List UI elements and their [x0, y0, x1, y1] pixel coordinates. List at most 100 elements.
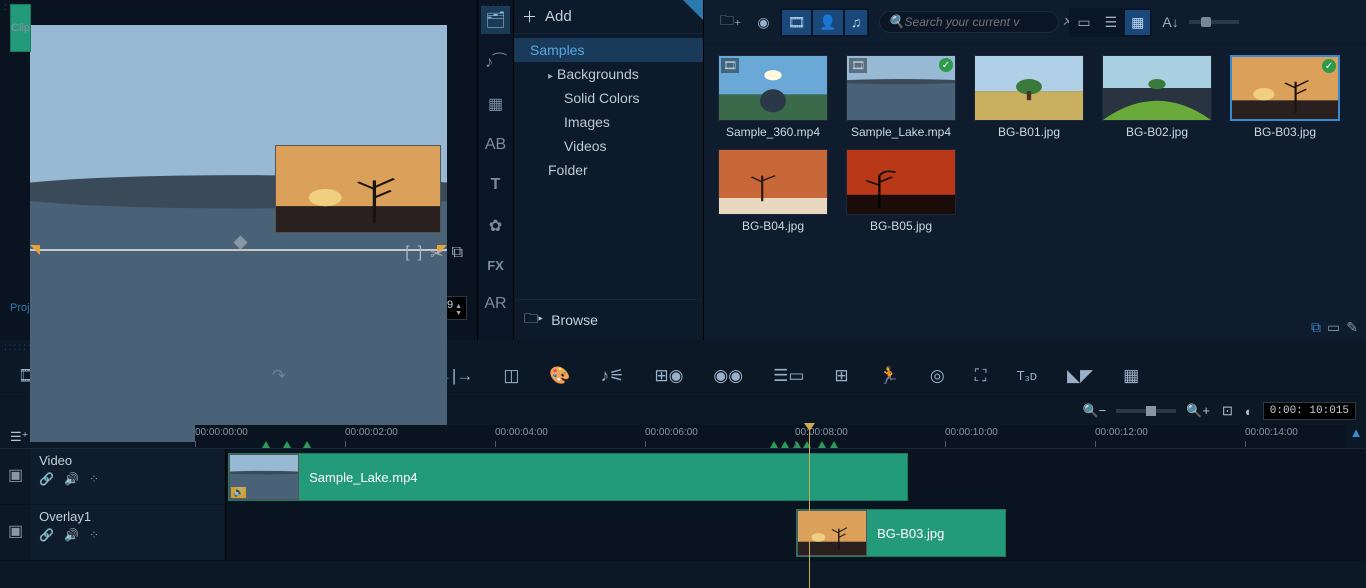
panel-edit-icon[interactable]: ✎ [1346, 319, 1358, 336]
zoom-slider[interactable] [1116, 409, 1176, 413]
crop-icon[interactable]: ◫ [493, 360, 529, 392]
media-toolbar: 🗀₊ ◉ 🎞 👤 ♫ 🔍 ✕ ▭ ☰ ▦ A↓ [704, 0, 1366, 45]
playhead[interactable] [809, 425, 810, 588]
mute-icon[interactable]: 🔊 [64, 472, 79, 486]
thumb-Sample_Lake.mp4[interactable]: 🎞✓Sample_Lake.mp4 [842, 55, 960, 139]
track-type-icon[interactable]: ▣ [0, 449, 31, 504]
panel-layout-icon[interactable]: ⧉ [1311, 319, 1321, 336]
panel-options-icon[interactable]: ▭ [1327, 319, 1340, 336]
pin-icon[interactable] [683, 0, 703, 20]
mask-icon[interactable]: ◉◉ [703, 360, 753, 392]
time-ruler[interactable]: 00:00:00:0000:00:02:0000:00:04:0000:00:0… [195, 425, 1346, 448]
motion-icon[interactable]: 🏃 [869, 360, 910, 392]
track-header-Overlay1[interactable]: Overlay1🔗🔊⁘ [31, 505, 226, 560]
filter-video-icon[interactable]: 🎞 [782, 10, 812, 35]
import-icon[interactable]: 🗀₊ [714, 6, 747, 38]
zoom-out-icon[interactable]: 🔍− [1080, 401, 1108, 421]
track-menu-icon[interactable]: ☰⁺ [8, 427, 31, 447]
thumb-label: Sample_360.mp4 [714, 125, 832, 139]
snapshot-icon[interactable]: ⧉ [452, 244, 463, 264]
media-folder-tree: ＋ Add Samples▸BackgroundsSolid ColorsIma… [514, 0, 704, 340]
tree-item-videos[interactable]: Videos [514, 134, 703, 158]
search-icon: 🔍 [888, 14, 904, 30]
capture-icon[interactable]: ◉ [751, 10, 775, 35]
view-thumb-icon[interactable]: ▦ [1125, 10, 1150, 35]
chapter-marker[interactable] [830, 441, 838, 448]
thumb-Sample_360.mp4[interactable]: 🎞Sample_360.mp4 [714, 55, 832, 139]
panel-grip[interactable]: :::::: [478, 0, 515, 15]
link-icon[interactable]: 🔗 [39, 528, 54, 542]
title-library-icon[interactable]: AB [481, 132, 510, 158]
graphics-icon[interactable]: ✿ [485, 212, 506, 240]
thumb-label: Sample_Lake.mp4 [842, 125, 960, 139]
tree-item-folder[interactable]: Folder [514, 158, 703, 182]
tree-item-samples[interactable]: Samples [514, 38, 703, 62]
track-header-Video[interactable]: Video🔗🔊⁘ [31, 449, 226, 504]
subtitle-icon[interactable]: ☰▭ [763, 360, 814, 392]
chapter-marker[interactable] [818, 441, 826, 448]
thumb-label: BG-B01.jpg [970, 125, 1088, 139]
mark-in-button[interactable]: [ [405, 244, 409, 264]
audio-mix-icon[interactable]: ♪⚟ [591, 360, 635, 392]
tree-item-images[interactable]: Images [514, 110, 703, 134]
text-icon[interactable]: T [487, 172, 505, 198]
split-clip-icon[interactable]: ✂ [430, 244, 443, 264]
duration-icon[interactable]: ◐ [1243, 402, 1255, 421]
panel-grip[interactable]: :::::: [0, 0, 477, 15]
preview-viewport[interactable] [30, 25, 447, 239]
fx-track-icon[interactable]: ⁘ [89, 472, 99, 486]
3d-title-icon[interactable]: T₃ᴅ [1007, 362, 1047, 389]
tracking-icon[interactable]: ◎ [920, 360, 955, 392]
add-folder-button[interactable]: ＋ Add [514, 0, 703, 34]
color-icon[interactable]: 🎨 [539, 360, 580, 392]
redo-icon[interactable]: ↷ [262, 360, 296, 392]
split-screen-icon[interactable]: ⊞ [824, 360, 858, 392]
thumb-label: BG-B05.jpg [842, 219, 960, 233]
chapter-marker[interactable] [303, 441, 311, 448]
track-lane[interactable]: 🔊Sample_Lake.mp4 [226, 449, 1366, 504]
clip-Sample_Lake.mp4[interactable]: 🔊Sample_Lake.mp4 [228, 453, 908, 501]
mute-icon[interactable]: 🔊 [64, 528, 79, 542]
view-list-icon[interactable]: ▭ [1071, 10, 1096, 35]
thumb-BG-B01.jpg[interactable]: BG-B01.jpg [970, 55, 1088, 139]
chapter-marker[interactable] [283, 441, 291, 448]
timeline-timecode[interactable]: 0:00: 10:015 [1263, 402, 1356, 420]
sort-icon[interactable]: A↓ [1156, 10, 1184, 34]
add-marker-icon[interactable]: ▲ [1346, 425, 1366, 448]
multicam-icon[interactable]: ⊞◉ [644, 360, 693, 392]
stabilize-icon[interactable]: ⛶ [965, 360, 997, 392]
chapter-marker[interactable] [262, 441, 270, 448]
tree-item-solid-colors[interactable]: Solid Colors [514, 86, 703, 110]
track-lane[interactable]: BG-B03.jpg [226, 505, 1366, 560]
frame-icon[interactable]: ▦ [1113, 360, 1149, 392]
fx-track-icon[interactable]: ⁘ [89, 528, 99, 542]
tree-item-backgrounds[interactable]: ▸Backgrounds [514, 62, 703, 86]
fit-project-icon[interactable]: ⊡ [1220, 401, 1235, 421]
sound-library-icon[interactable]: ♪⁀ [481, 48, 510, 76]
thumb-BG-B02.jpg[interactable]: BG-B02.jpg [1098, 55, 1216, 139]
zoom-in-icon[interactable]: 🔍+ [1184, 401, 1212, 421]
clip-BG-B03.jpg[interactable]: BG-B03.jpg [796, 509, 1006, 557]
transitions-icon[interactable]: ▦ [484, 90, 507, 118]
thumb-BG-B03.jpg[interactable]: ✓BG-B03.jpg [1226, 55, 1344, 139]
chapter-icon[interactable]: ◣◤ [1057, 360, 1103, 392]
view-details-icon[interactable]: ☰ [1099, 10, 1124, 35]
paths-icon[interactable]: AR [480, 291, 510, 317]
trim-bar[interactable] [30, 245, 447, 257]
search-input[interactable]: 🔍 ✕ [879, 11, 1059, 33]
chapter-marker[interactable] [770, 441, 778, 448]
chapter-marker[interactable] [781, 441, 789, 448]
mark-out-button[interactable]: ] [418, 244, 422, 264]
fx-icon[interactable]: FX [483, 254, 508, 277]
thumb-size-slider[interactable] [1189, 20, 1239, 24]
filter-audio-icon[interactable]: ♫ [845, 10, 868, 35]
browse-label: Browse [551, 312, 598, 328]
media-panel: :::::: 🗂 ♪⁀ ▦ AB T ✿ FX AR ＋ Add Samples… [478, 0, 1366, 340]
link-icon[interactable]: 🔗 [39, 472, 54, 486]
thumb-BG-B05.jpg[interactable]: BG-B05.jpg [842, 149, 960, 233]
track-type-icon[interactable]: ▣ [0, 505, 31, 560]
media-thumbnails: 🎞Sample_360.mp4🎞✓Sample_Lake.mp4 BG-B01.j… [704, 45, 1366, 315]
browse-button[interactable]: 🗀▸ Browse [514, 299, 703, 340]
thumb-BG-B04.jpg[interactable]: BG-B04.jpg [714, 149, 832, 233]
filter-photo-icon[interactable]: 👤 [813, 10, 842, 35]
